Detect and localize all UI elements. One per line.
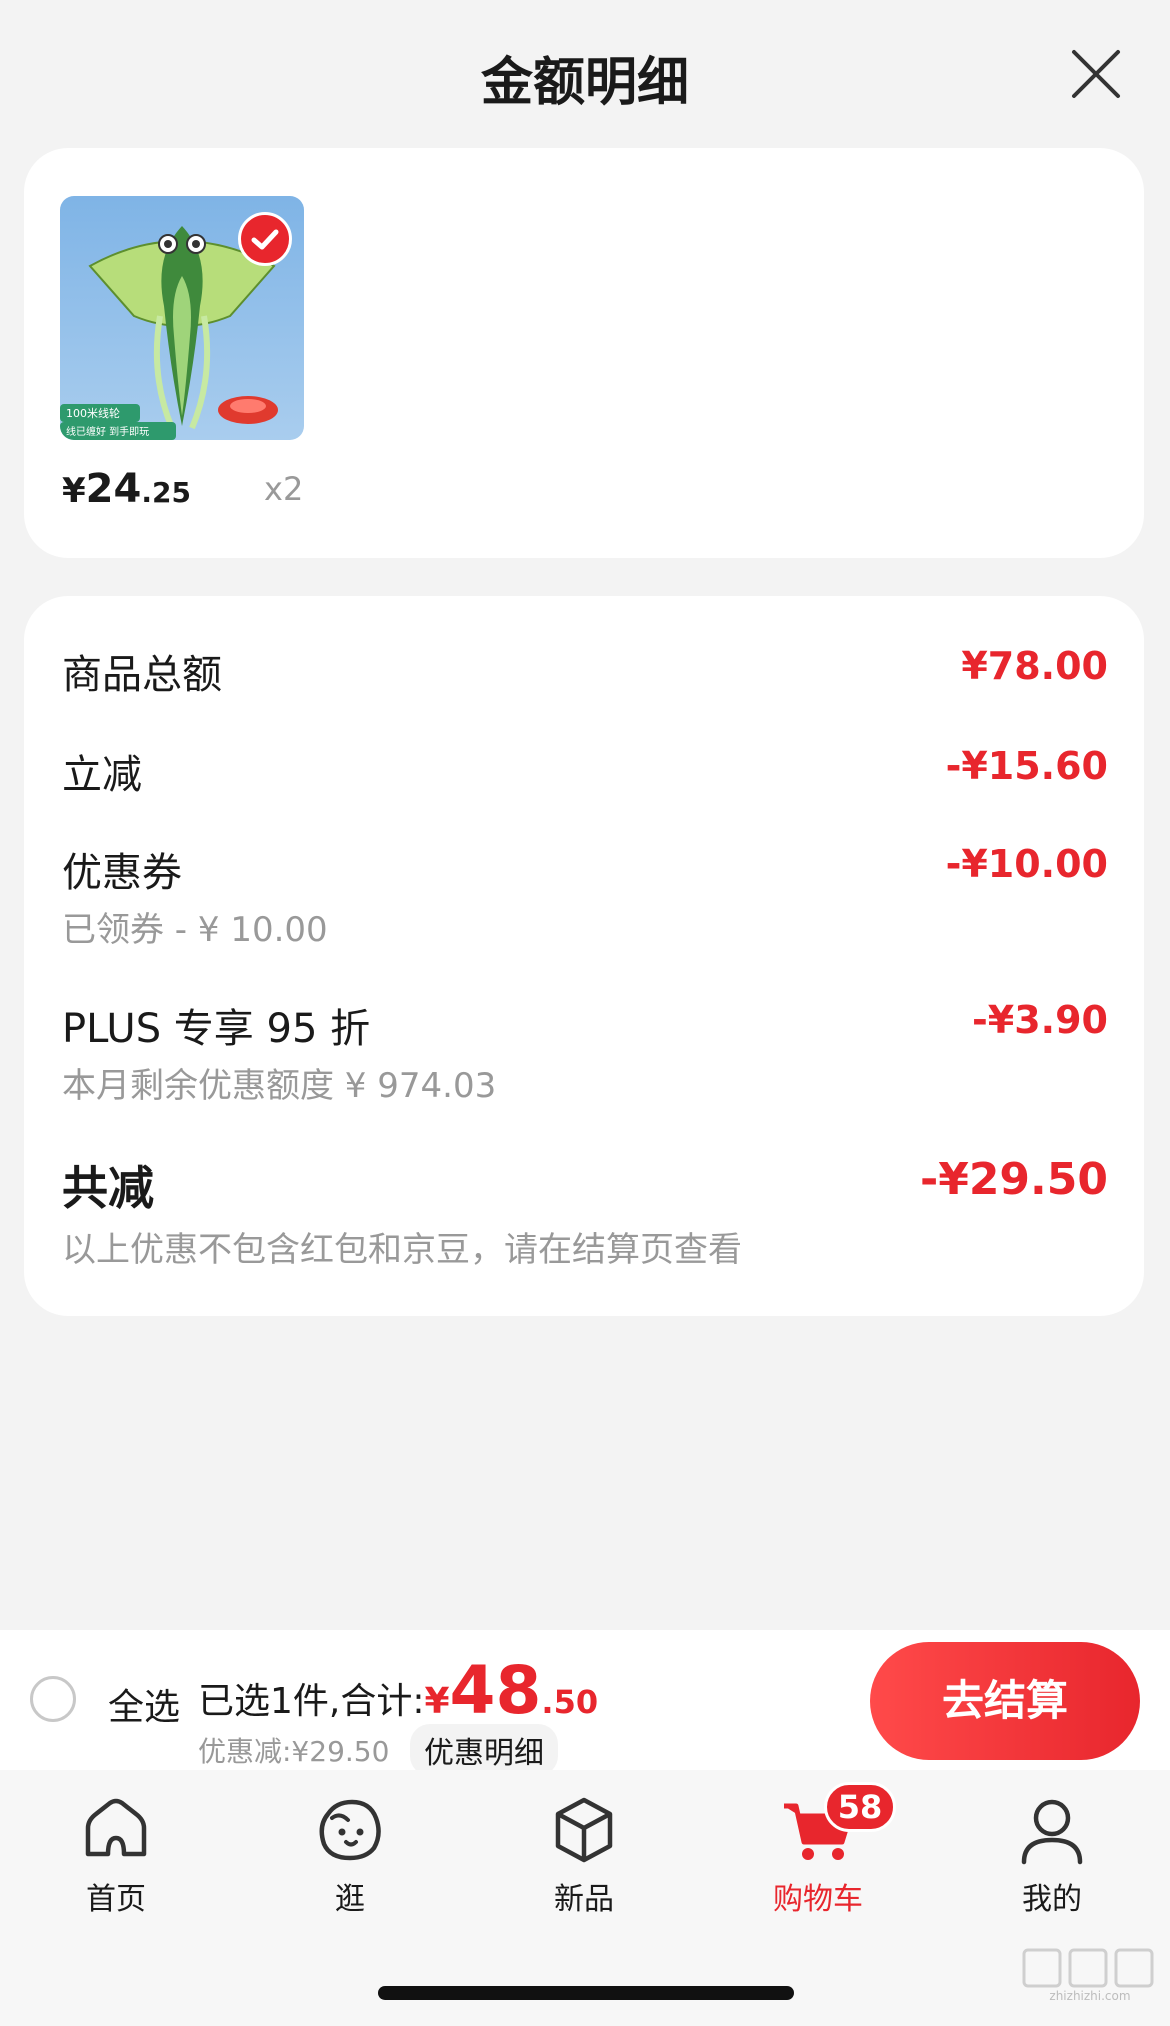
cart-count-badge: 58 [824,1782,896,1832]
row-label-coupon: 优惠券 [62,850,182,896]
row-amount-subtotal: ¥78.00 [961,644,1108,688]
row-label-plus: PLUS 专享 95 折 [62,1006,371,1052]
tab-label-profile: 我的 [1022,1882,1082,1917]
total-discount-amount: -¥29.50 [919,1154,1108,1205]
row-amount-plus: -¥3.90 [972,998,1108,1042]
checkout-bar: 全选 已选1件,合计:¥48.50 优惠减:¥29.50 优惠明细 去结算 [0,1630,1170,1776]
tab-label-cart: 购物车 [773,1882,863,1917]
selected-check-icon[interactable] [238,212,292,266]
tab-label-home: 首页 [86,1882,146,1917]
cube-icon [555,1797,613,1863]
total-decimal: .50 [541,1683,599,1721]
image-tag-2: 线已缠好 到手即玩 [66,425,149,438]
row-amount-coupon: -¥10.00 [945,842,1108,886]
tab-profile[interactable]: 我的 [962,1790,1142,1930]
tab-browse[interactable]: 逛 [260,1790,440,1930]
watermark-text: zhizhizhi.com [1049,1989,1130,2003]
total-integer: 48 [449,1652,542,1729]
discount-summary: 优惠减:¥29.50 [198,1735,390,1768]
amount-detail-sheet: 金额明细 100米线轮 线已缠好 到手即玩 ¥24.25 x2 商品总额 ¥78… [0,0,1170,1630]
row-label-subtotal: 商品总额 [62,652,222,698]
screen: 金额明细 100米线轮 线已缠好 到手即玩 ¥24.25 x2 商品总额 ¥78… [0,0,1170,2026]
total-currency: ¥ [424,1681,450,1722]
user-icon [1021,1799,1083,1865]
tab-label-new: 新品 [554,1882,614,1917]
tab-new[interactable]: 新品 [494,1790,674,1930]
home-indicator[interactable] [378,1986,794,2000]
selected-summary: 已选1件,合计:¥48.50 [198,1652,598,1729]
breakdown-card: 商品总额 ¥78.00 立减 -¥15.60 优惠券 -¥10.00 已领券 -… [24,596,1144,1316]
select-all-label[interactable]: 全选 [108,1678,180,1730]
row-amount-instant-discount: -¥15.60 [945,744,1108,788]
image-tag-1: 100米线轮 [66,406,120,420]
tab-label-browse: 逛 [335,1882,365,1917]
product-quantity: x2 [264,470,304,508]
watermark-logo: zhizhizhi.com [1022,1948,1154,2003]
price-integer: 24 [85,466,142,512]
discount-detail-chip[interactable]: 优惠明细 [410,1724,558,1776]
row-sub-plus: 本月剩余优惠额度 ¥ 974.03 [62,1066,497,1106]
home-icon [85,1798,147,1857]
row-sub-coupon: 已领券 - ¥ 10.00 [62,910,328,950]
select-all-radio[interactable] [30,1676,76,1722]
row-label-instant-discount: 立减 [62,752,142,798]
price-decimal: .25 [141,476,191,509]
tab-home[interactable]: 首页 [26,1790,206,1930]
total-discount-label: 共减 [62,1161,154,1215]
close-icon[interactable] [1066,44,1126,104]
selected-count-text: 已选1件,合计: [198,1681,425,1722]
total-discount-note: 以上优惠不包含红包和京豆，请在结算页查看 [62,1230,742,1270]
face-icon [319,1799,381,1861]
checkout-button[interactable]: 去结算 [870,1642,1140,1760]
product-card: 100米线轮 线已缠好 到手即玩 ¥24.25 x2 [24,148,1144,558]
sheet-title: 金额明细 [480,53,689,113]
price-currency: ¥ [62,471,86,511]
product-price: ¥24.25 [62,466,191,512]
